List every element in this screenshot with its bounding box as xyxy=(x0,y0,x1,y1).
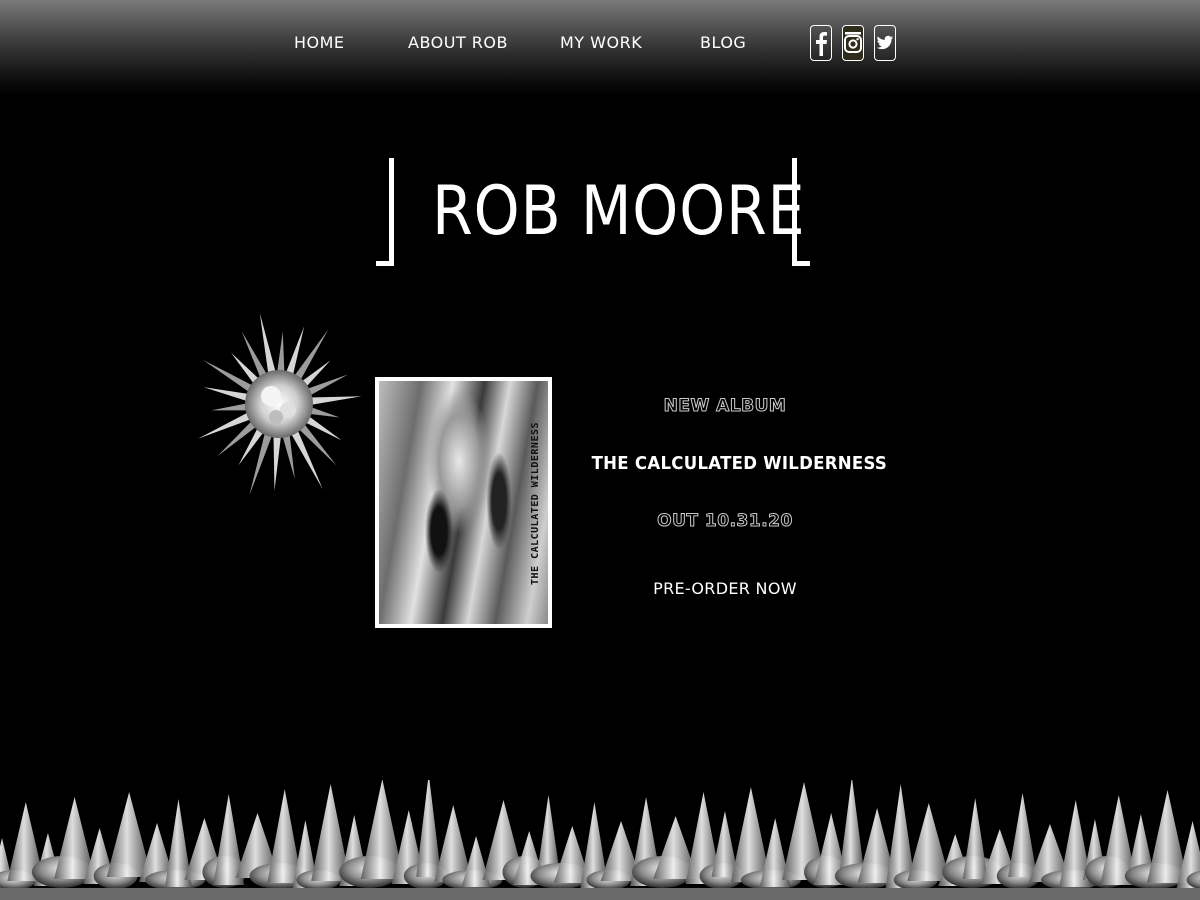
spiky-ornament-image xyxy=(197,312,362,496)
top-nav-bar: HOME ABOUT ROB MY WORK BLOG xyxy=(0,0,1200,96)
site-title: ROB MOORE xyxy=(432,172,806,251)
pre-order-link[interactable]: PRE-ORDER NOW xyxy=(580,579,870,598)
album-cover-title: THE CALCULATED WILDERNESS xyxy=(530,422,541,586)
album-title: THE CALCULATED WILDERNESS xyxy=(591,453,888,474)
album-cover-image[interactable]: THE CALCULATED WILDERNESS xyxy=(375,377,552,628)
facebook-icon[interactable] xyxy=(810,25,832,61)
nav-my-work-link[interactable]: MY WORK xyxy=(560,33,642,52)
new-album-label: NEW ALBUM xyxy=(663,396,787,417)
album-artwork: THE CALCULATED WILDERNESS xyxy=(379,381,548,624)
site-title-block: ROB MOORE xyxy=(376,158,810,268)
release-date: OUT 10.31.20 xyxy=(657,511,793,532)
nav-blog-link[interactable]: BLOG xyxy=(700,33,746,52)
twitter-icon[interactable] xyxy=(874,25,896,61)
instagram-icon[interactable] xyxy=(842,25,864,61)
title-bracket-right xyxy=(792,158,810,266)
nav-about-rob-link[interactable]: ABOUT ROB xyxy=(408,33,508,52)
spiky-footer-image xyxy=(0,780,1200,900)
nav-home-link[interactable]: HOME xyxy=(294,33,345,52)
page: HOME ABOUT ROB MY WORK BLOG ROB MOORE TH… xyxy=(0,0,1200,900)
title-bracket-left xyxy=(376,158,394,266)
